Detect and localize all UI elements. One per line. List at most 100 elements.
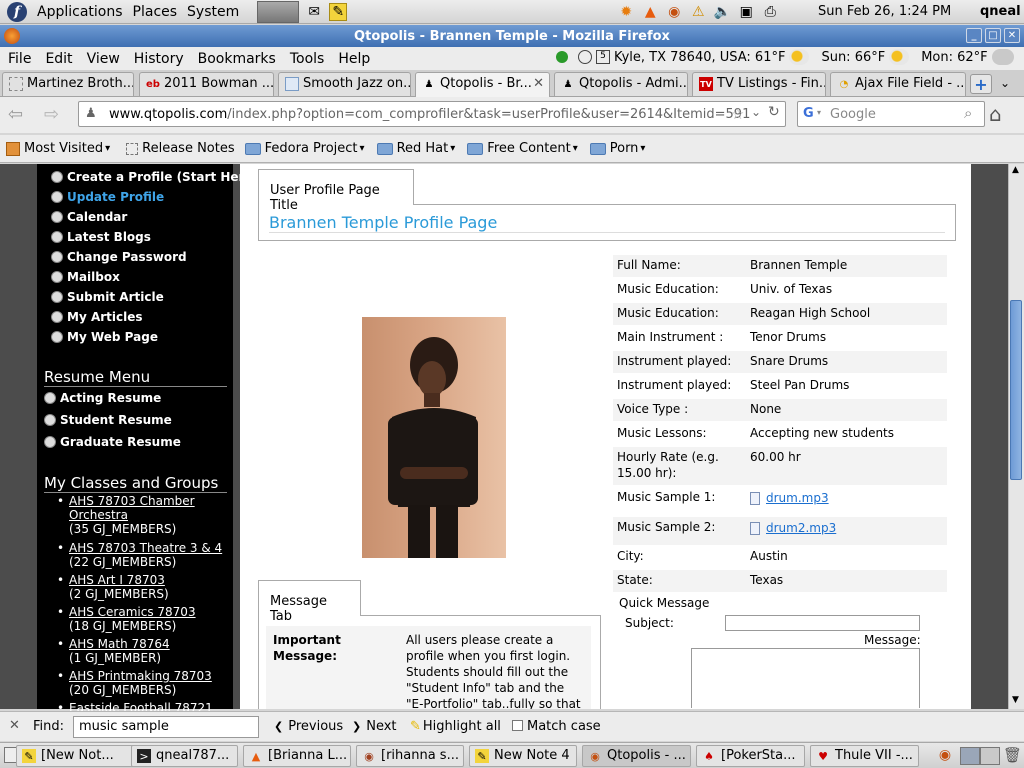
back-icon[interactable]: ⇦ bbox=[8, 104, 23, 125]
places-menu[interactable]: Places bbox=[133, 4, 178, 20]
subject-input[interactable] bbox=[725, 615, 920, 631]
sidebar-item-create-profile[interactable]: Create a Profile (Start Here) bbox=[51, 170, 258, 184]
sidebar-item-submit-article[interactable]: Submit Article bbox=[51, 290, 164, 304]
class-link[interactable]: AHS Art I 78703 bbox=[69, 573, 169, 587]
site-identity-icon[interactable]: ♟ bbox=[85, 106, 97, 121]
menu-edit[interactable]: Edit bbox=[45, 51, 72, 67]
sidebar-item-update-profile[interactable]: Update Profile bbox=[51, 190, 164, 204]
google-icon[interactable]: G bbox=[803, 106, 814, 121]
find-previous-button[interactable]: ❮ Previous bbox=[274, 719, 343, 734]
find-input[interactable]: music sample bbox=[73, 716, 259, 738]
weather-bar[interactable]: 5 Kyle, TX 78640, USA: 61°F Sun: 66°F Mo… bbox=[556, 49, 1014, 65]
menu-tools[interactable]: Tools bbox=[290, 51, 325, 67]
class-link[interactable]: AHS Math 78764 bbox=[69, 637, 170, 651]
url-history-chevron-icon[interactable]: ⌄ bbox=[751, 105, 761, 119]
scrollbar-thumb[interactable] bbox=[1010, 300, 1022, 480]
trash-icon[interactable]: 🗑 bbox=[1003, 746, 1022, 764]
menu-file[interactable]: File bbox=[8, 51, 31, 67]
search-engine-chevron-icon[interactable]: ▾ bbox=[817, 108, 821, 117]
notes-icon[interactable]: ✎ bbox=[329, 2, 348, 21]
tab-user-profile[interactable]: User Profile Page Title bbox=[258, 169, 414, 213]
search-icon[interactable]: ⌕ bbox=[964, 104, 972, 122]
bookmark-star-icon[interactable]: ☆ bbox=[731, 105, 744, 123]
music-sample-2-link[interactable]: drum2.mp3 bbox=[766, 521, 836, 535]
tab-qtopolis-profile[interactable]: ♟ Qtopolis - Br... ✕ bbox=[415, 72, 550, 97]
class-link[interactable]: AHS Printmaking 78703 bbox=[69, 669, 212, 683]
bookmark-release-notes[interactable]: Release Notes bbox=[126, 141, 235, 156]
mail-icon[interactable]: ✉ bbox=[305, 3, 323, 21]
tab-smooth-jazz[interactable]: Smooth Jazz on... bbox=[278, 72, 411, 96]
reload-icon[interactable]: ↻ bbox=[768, 104, 780, 120]
taskbar-item[interactable]: ◉ [rihanna s... bbox=[356, 745, 464, 767]
class-link[interactable]: AHS Ceramics 78703 bbox=[69, 605, 196, 619]
class-link[interactable]: AHS 78703 Chamber bbox=[69, 494, 195, 508]
menu-help[interactable]: Help bbox=[338, 51, 370, 67]
sidebar-item-student-resume[interactable]: Student Resume bbox=[44, 413, 172, 427]
firefox-window-icon[interactable] bbox=[4, 28, 20, 44]
sidebar-item-change-password[interactable]: Change Password bbox=[51, 250, 187, 264]
scroll-up-icon[interactable]: ▲ bbox=[1012, 165, 1019, 175]
fedora-logo-icon[interactable]: f bbox=[7, 1, 27, 22]
menu-view[interactable]: View bbox=[87, 51, 120, 67]
sidebar-item-acting-resume[interactable]: Acting Resume bbox=[44, 391, 161, 405]
highlight-all-button[interactable]: ✎ Highlight all bbox=[410, 719, 501, 734]
tab-list-chevron-icon[interactable]: ⌄ bbox=[1000, 76, 1010, 90]
sidebar-item-my-articles[interactable]: My Articles bbox=[51, 310, 143, 324]
firefox-icon[interactable]: ◉ bbox=[934, 747, 956, 765]
search-box[interactable]: G ▾ Google ⌕ bbox=[797, 101, 985, 127]
tab-ajax-file-field[interactable]: ◔ Ajax File Field - ... bbox=[830, 72, 966, 96]
taskbar-item[interactable]: ♥ Thule VII -... bbox=[810, 745, 919, 767]
menu-bookmarks[interactable]: Bookmarks bbox=[198, 51, 276, 67]
tab-message[interactable]: Message Tab bbox=[258, 580, 361, 624]
message-textarea[interactable] bbox=[691, 648, 920, 708]
minimize-button[interactable]: _ bbox=[966, 28, 982, 43]
bookmark-porn[interactable]: Porn ▾ bbox=[589, 141, 645, 156]
sidebar-item-graduate-resume[interactable]: Graduate Resume bbox=[44, 435, 181, 449]
window-titlebar[interactable]: Qtopolis - Brannen Temple - Mozilla Fire… bbox=[0, 25, 1024, 47]
class-link[interactable]: AHS 78703 Theatre 3 & 4 bbox=[69, 541, 222, 555]
close-find-icon[interactable]: ✕ bbox=[9, 718, 20, 733]
bookmark-most-visited[interactable]: Most Visited ▾ bbox=[6, 141, 110, 156]
applications-menu[interactable]: Applications bbox=[37, 4, 123, 20]
match-case-checkbox[interactable]: Match case bbox=[512, 719, 601, 734]
forward-icon[interactable]: ⇨ bbox=[44, 104, 59, 125]
taskbar-item[interactable]: ✎ New Note 4 bbox=[469, 745, 577, 767]
vlc-icon[interactable]: ▲ bbox=[641, 3, 659, 21]
tab-tv-listings[interactable]: TV TV Listings - Fin... bbox=[692, 72, 826, 96]
bookmark-fedora-project[interactable]: Fedora Project ▾ bbox=[244, 141, 365, 156]
firefox-icon[interactable]: ◉ bbox=[665, 3, 683, 21]
maximize-button[interactable]: □ bbox=[985, 28, 1001, 43]
workspace-1[interactable] bbox=[960, 747, 980, 765]
url-bar[interactable]: ♟ www.qtopolis.com/index.php?option=com_… bbox=[78, 101, 786, 127]
menu-history[interactable]: History bbox=[134, 51, 184, 67]
bookmark-free-content[interactable]: Free Content ▾ bbox=[467, 141, 578, 156]
sidebar-item-mailbox[interactable]: Mailbox bbox=[51, 270, 120, 284]
new-tab-button[interactable]: + bbox=[970, 74, 992, 94]
music-sample-1-link[interactable]: drum.mp3 bbox=[766, 491, 829, 505]
tab-qtopolis-admin[interactable]: ♟ Qtopolis - Admi... bbox=[554, 72, 688, 96]
tab-martinez[interactable]: Martinez Broth... bbox=[2, 72, 134, 96]
user-menu[interactable]: qneal bbox=[980, 4, 1021, 19]
clock[interactable]: Sun Feb 26, 1:24 PM bbox=[818, 4, 951, 19]
scroll-down-icon[interactable]: ▼ bbox=[1012, 695, 1019, 705]
weather-sun-icon[interactable]: ✹ bbox=[617, 3, 635, 21]
taskbar-item[interactable]: ✎ [New Not... bbox=[16, 745, 149, 767]
class-link[interactable]: Orchestra bbox=[69, 508, 195, 522]
printer-icon[interactable]: ⎙ bbox=[761, 3, 779, 21]
volume-icon[interactable]: 🔈 bbox=[713, 3, 731, 21]
find-next-button[interactable]: ❯ Next bbox=[352, 719, 397, 734]
warning-icon[interactable]: ⚠ bbox=[689, 3, 707, 21]
taskbar-item[interactable]: ♠ [PokerSta... bbox=[696, 745, 805, 767]
sidebar-item-latest-blogs[interactable]: Latest Blogs bbox=[51, 230, 151, 244]
workspace-2[interactable] bbox=[980, 747, 1000, 765]
sidebar-item-calendar[interactable]: Calendar bbox=[51, 210, 127, 224]
close-tab-icon[interactable]: ✕ bbox=[533, 76, 544, 91]
taskbar-item[interactable]: ◉ Qtopolis - ... bbox=[582, 745, 691, 767]
sidebar-item-my-web-page[interactable]: My Web Page bbox=[51, 330, 158, 344]
bookmark-red-hat[interactable]: Red Hat ▾ bbox=[376, 141, 455, 156]
taskbar-item[interactable]: ▲ [Brianna L... bbox=[243, 745, 351, 767]
system-menu[interactable]: System bbox=[187, 4, 239, 20]
taskbar-item[interactable]: > qneal787... bbox=[131, 745, 238, 767]
network-icon[interactable]: ▣ bbox=[737, 3, 755, 21]
tab-bowman[interactable]: eb 2011 Bowman ... bbox=[139, 72, 274, 96]
